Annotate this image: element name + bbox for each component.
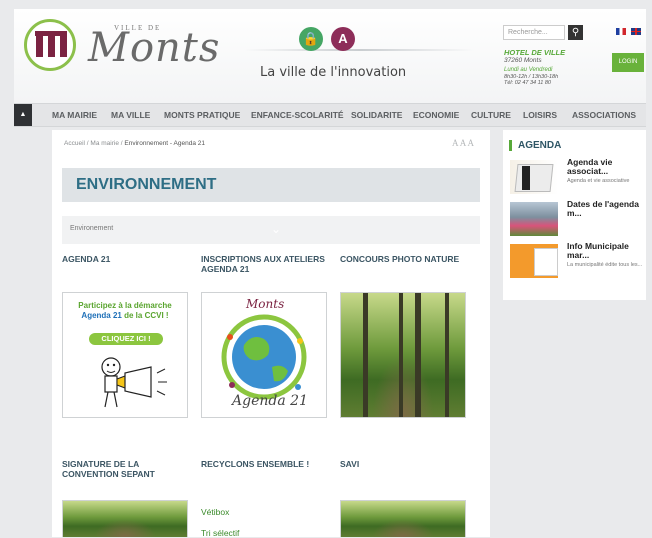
agenda-21-image[interactable]: Participez à la démarche Agenda 21 de la… (62, 292, 188, 418)
subnav-label: Environement (70, 225, 114, 232)
tree-trunk (415, 293, 421, 417)
card-title-agenda-21[interactable]: AGENDA 21 (62, 254, 192, 264)
megaphone-illustration (101, 357, 167, 408)
breadcrumb-home[interactable]: Accueil (64, 140, 85, 147)
flag-uk-icon[interactable] (631, 28, 641, 35)
breadcrumb-ma-mairie[interactable]: Ma mairie (90, 140, 119, 147)
nav-item-solidarite[interactable]: SOLIDARITE (351, 104, 402, 126)
nav-item-monts-pratique[interactable]: MONTS PRATIQUE (164, 104, 240, 126)
nav-item-culture[interactable]: CULTURE (471, 104, 511, 126)
agenda-item-desc: La municipalité édite tous les... (567, 262, 643, 268)
breadcrumb: Accueil / Ma mairie / Environnement - Ag… (64, 140, 205, 147)
card-title-inscriptions[interactable]: INSCRIPTIONS AUX ATELIERS AGENDA 21 (201, 254, 331, 274)
site-tagline: La ville de l'innovation (260, 65, 407, 80)
tree-trunk (445, 293, 449, 417)
nav-item-economie[interactable]: ECONOMIE (413, 104, 459, 126)
breadcrumb-current: Environnement - Agenda 21 (124, 140, 205, 147)
town-hall-phone: Tél: 02 47 34 11 80 (504, 80, 551, 86)
main-content: Accueil / Ma mairie / Environnement - Ag… (52, 130, 490, 538)
workshop-globe-image[interactable]: Monts Agenda 21 (201, 292, 327, 418)
tree-trunk (363, 293, 368, 417)
nav-item-ma-ville[interactable]: MA VILLE (111, 104, 150, 126)
chevron-down-icon[interactable]: ⌄ (271, 222, 281, 236)
header-swoosh (244, 49, 474, 51)
nav-item-enfance-scolarite[interactable]: ENFANCE-SCOLARITÉ (251, 104, 344, 126)
sidebar-title: AGENDA (509, 140, 561, 151)
agenda-thumb-associations[interactable] (510, 160, 558, 194)
agenda-thumb-info-municipale[interactable] (510, 244, 558, 278)
card-title-savi[interactable]: SAVI (340, 459, 470, 469)
nav-item-loisirs[interactable]: LOISIRS (523, 104, 557, 126)
logo-emblem[interactable] (24, 19, 76, 71)
workshop-art-agenda: Agenda 21 (232, 393, 308, 409)
card-title-concours-photo[interactable]: CONCOURS PHOTO NATURE (340, 254, 470, 264)
lock-icon[interactable]: 🔒 (299, 27, 323, 51)
logo-pillar (60, 35, 67, 57)
breadcrumb-separator: / (120, 140, 123, 147)
flag-fr-icon[interactable] (616, 28, 626, 35)
accessibility-icon[interactable]: A (331, 27, 355, 51)
agenda-item-title[interactable]: Agenda vie associat... (567, 158, 645, 176)
agenda-item-desc: Agenda et vie associative (567, 178, 630, 184)
agenda-sidebar: AGENDA Agenda vie associat... Agenda et … (503, 130, 646, 300)
logo-pillar (36, 35, 43, 57)
town-hall-days: Lundi au Vendredi (504, 67, 553, 73)
town-hall-city: 37260 Monts (504, 57, 542, 64)
main-nav: ▲ MA MAIRIE MA VILLE MONTS PRATIQUE ENFA… (14, 103, 646, 127)
search-input[interactable]: Recherche... (503, 25, 565, 40)
agenda-item-title[interactable]: Info Municipale mar... (567, 242, 645, 260)
signature-photo-image[interactable] (62, 500, 188, 537)
workshop-art-monts: Monts (246, 297, 285, 311)
site-header: VILLE DE Monts 🔒 A La ville de l'innovat… (14, 9, 646, 103)
agenda-item-title[interactable]: Dates de l'agenda m... (567, 200, 645, 218)
savi-photo-image[interactable] (340, 500, 466, 537)
home-icon[interactable]: ▲ (14, 104, 32, 126)
logo-pillar (48, 35, 55, 57)
logo-name[interactable]: Monts (88, 25, 220, 71)
font-size-control[interactable]: A A A (452, 138, 474, 148)
card-title-signature[interactable]: SIGNATURE DE LA CONVENTION SEPANT (62, 459, 192, 479)
tree-trunk (399, 293, 403, 417)
page-title: ENVIRONNEMENT (76, 176, 217, 193)
nature-photo-image[interactable] (340, 292, 466, 418)
title-bar: ENVIRONNEMENT (62, 168, 480, 202)
agenda-thumb-dates[interactable] (510, 202, 558, 236)
town-hall-title: HOTEL DE VILLE (504, 48, 566, 57)
nav-item-ma-mairie[interactable]: MA MAIRIE (52, 104, 97, 126)
town-hall-info: HOTEL DE VILLE 37260 Monts Lundi au Vend… (504, 48, 594, 86)
subnav-bar[interactable]: Environement ⌄ (62, 216, 480, 244)
breadcrumb-separator: / (86, 140, 89, 147)
link-vetibox[interactable]: Vétibox (201, 507, 229, 517)
card-title-recyclons[interactable]: RECYCLONS ENSEMBLE ! (201, 459, 331, 469)
search-icon[interactable]: ⚲ (568, 25, 583, 40)
login-button[interactable]: LOGIN (612, 53, 644, 72)
nav-item-associations[interactable]: ASSOCIATIONS (572, 104, 636, 126)
